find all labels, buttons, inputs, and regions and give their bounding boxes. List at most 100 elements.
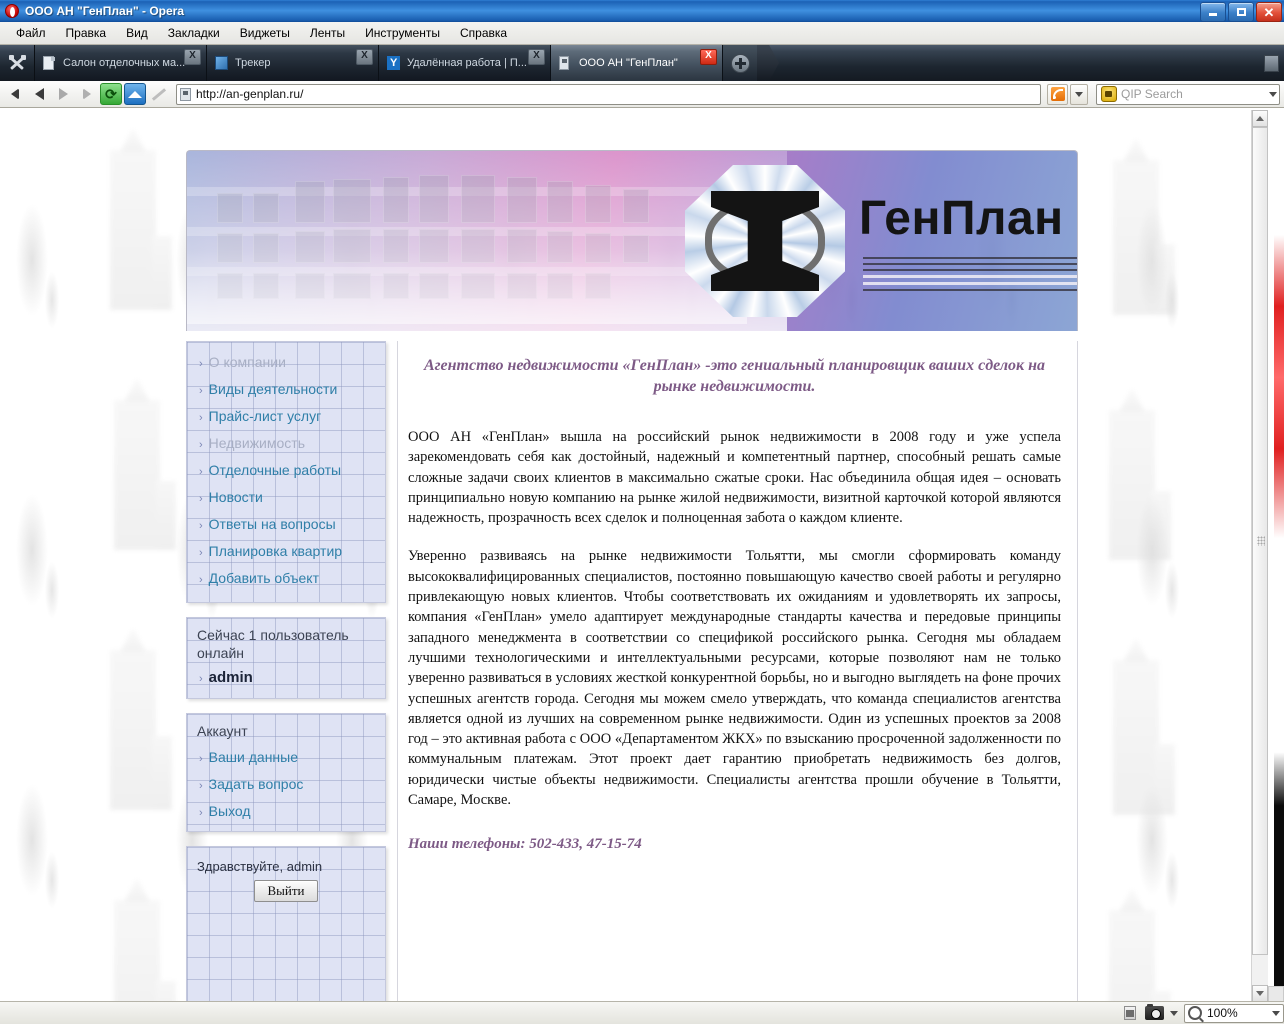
window-title: ООО АН "ГенПлан" - Opera: [25, 4, 185, 18]
online-user-entry[interactable]: › admin: [199, 669, 375, 686]
search-input[interactable]: QIP Search: [1121, 87, 1269, 101]
sidebar-item-otvety-na-voprosy[interactable]: › Ответы на вопросы: [199, 516, 375, 532]
logout-button[interactable]: Выйти: [254, 880, 318, 902]
maximize-button[interactable]: [1228, 2, 1254, 22]
tab-overflow-arrow-icon[interactable]: [757, 45, 779, 81]
sidebar-item-otdelochnye-raboty[interactable]: › Отделочные работы: [199, 462, 375, 478]
account-panel-title: Аккаунт: [197, 723, 248, 739]
account-item-vashi-dannye[interactable]: › Ваши данные: [199, 749, 375, 765]
window-title-bar: ООО АН "ГенПлан" - Opera ✕: [0, 0, 1284, 22]
vertical-scrollbar[interactable]: [1251, 110, 1268, 1002]
back-arrow-icon[interactable]: [28, 84, 50, 104]
opera-browser-window: ООО АН "ГенПлан" - Opera ✕ Файл Правка В…: [0, 0, 1284, 1024]
zoom-control[interactable]: 100%: [1184, 1003, 1284, 1023]
colored-site-icon: [215, 55, 228, 71]
tab-close-button[interactable]: X: [700, 49, 717, 65]
account-item-label: Выход: [208, 803, 251, 819]
account-item-zadat-vopros[interactable]: › Задать вопрос: [199, 776, 375, 792]
sidebar-item-novosti[interactable]: › Новости: [199, 489, 375, 505]
sidebar-item-vidy-deyatelnosti[interactable]: › Виды деятельности: [199, 381, 375, 397]
scroll-up-button[interactable]: [1252, 110, 1268, 127]
greeting-text: Здравствуйте, admin: [197, 859, 323, 874]
window-controls: ✕: [1200, 2, 1282, 22]
close-button[interactable]: ✕: [1256, 2, 1282, 22]
sidebar-item-planirovka-kvartir[interactable]: › Планировка квартир: [199, 543, 375, 559]
menu-item-file[interactable]: Файл: [6, 24, 56, 42]
account-item-label: Ваши данные: [208, 749, 299, 765]
phone-page-icon: [559, 55, 572, 71]
menu-item-edit[interactable]: Правка: [56, 24, 117, 42]
menu-bar: Файл Правка Вид Закладки Виджеты Ленты И…: [0, 22, 1284, 45]
browser-tab-2[interactable]: Трекер X: [207, 45, 379, 81]
browser-tab-4-active[interactable]: ООО АН "ГенПлан" X: [551, 45, 723, 81]
bullet-icon: ›: [199, 466, 203, 478]
pencil-icon[interactable]: [148, 84, 170, 104]
sidebar-item-label: Недвижимость: [208, 435, 305, 451]
sidebar-main-menu: › О компании › Виды деятельности › Прайс…: [186, 341, 386, 603]
bullet-icon: ›: [199, 574, 203, 586]
page-lead-heading: Агентство недвижимости «ГенПлан» -это ге…: [423, 357, 1046, 395]
online-users-title: Сейчас 1 пользователь онлайн: [197, 627, 349, 661]
sidebar-greeting-panel: Здравствуйте, admin Выйти: [186, 846, 386, 1002]
zoom-value: 100%: [1207, 1006, 1238, 1020]
opera-logo-icon: [4, 3, 20, 19]
qip-search-icon: [1101, 86, 1117, 102]
trash-icon[interactable]: [1258, 45, 1284, 81]
tab-close-button[interactable]: X: [356, 49, 373, 65]
address-bar[interactable]: http://an-genplan.ru/: [176, 83, 1041, 105]
scroll-down-button[interactable]: [1252, 985, 1268, 1002]
browser-tab-1[interactable]: Салон отделочных ма... X: [35, 45, 207, 81]
tab-bar: Салон отделочных ма... X Трекер X Удалён…: [0, 45, 1284, 81]
camera-dropdown-chevron-down-icon[interactable]: [1170, 1010, 1178, 1016]
scroll-thumb[interactable]: [1252, 127, 1268, 955]
sidebar-item-price-list[interactable]: › Прайс-лист услуг: [199, 408, 375, 424]
fast-forward-icon[interactable]: [76, 84, 98, 104]
sidebar-item-label: О компании: [208, 354, 286, 370]
background-skyline-right: [1095, 110, 1265, 1002]
brand-name: ГенПлан: [859, 192, 1064, 245]
account-item-label: Задать вопрос: [208, 776, 304, 792]
menu-item-help[interactable]: Справка: [450, 24, 517, 42]
rss-icon[interactable]: [1047, 83, 1068, 105]
minimize-button[interactable]: [1200, 2, 1226, 22]
yandex-icon: [387, 55, 400, 71]
camera-icon[interactable]: [1145, 1004, 1164, 1020]
search-dropdown-chevron-down-icon[interactable]: [1269, 91, 1277, 97]
tab-label: Удалённая работа | П...: [407, 57, 527, 69]
account-item-vyhod[interactable]: › Выход: [199, 803, 375, 819]
page-security-icon: [180, 87, 191, 101]
website-container: ГенПлан › О компании › Виды деятельности…: [186, 150, 1078, 1002]
screen-edge-artifact: [1274, 110, 1284, 1002]
images-toggle-icon[interactable]: [1121, 1005, 1139, 1021]
zoom-dropdown-chevron-down-icon[interactable]: [1272, 1010, 1280, 1016]
fast-rewind-icon[interactable]: [4, 84, 26, 104]
search-bar[interactable]: QIP Search: [1096, 83, 1280, 105]
address-input[interactable]: http://an-genplan.ru/: [196, 87, 303, 101]
sidebar-item-label: Ответы на вопросы: [208, 516, 336, 532]
tab-close-button[interactable]: X: [184, 49, 201, 65]
home-icon[interactable]: [124, 83, 146, 105]
bullet-icon: ›: [199, 780, 203, 792]
genplan-diamond-logo: [685, 165, 845, 317]
bullet-icon: ›: [199, 385, 203, 397]
tab-close-button[interactable]: X: [528, 49, 545, 65]
menu-item-widgets[interactable]: Виджеты: [230, 24, 300, 42]
menu-item-feeds[interactable]: Ленты: [300, 24, 355, 42]
page-viewport: ГенПлан › О компании › Виды деятельности…: [0, 110, 1268, 1002]
forward-arrow-icon[interactable]: [52, 84, 74, 104]
sidebar-item-nedvizhimost[interactable]: › Недвижимость: [199, 435, 375, 451]
rss-dropdown-chevron-down-icon[interactable]: [1070, 83, 1088, 105]
bullet-icon: ›: [199, 412, 203, 424]
menu-item-view[interactable]: Вид: [116, 24, 158, 42]
sidebar-item-label: Добавить объект: [208, 570, 320, 586]
menu-item-bookmarks[interactable]: Закладки: [158, 24, 230, 42]
browser-tab-3[interactable]: Удалённая работа | П... X: [379, 45, 551, 81]
menu-item-tools[interactable]: Инструменты: [355, 24, 450, 42]
bullet-icon: ›: [199, 439, 203, 451]
sidebar-item-o-kompanii[interactable]: › О компании: [199, 354, 375, 370]
reload-icon[interactable]: ⟳: [100, 83, 122, 105]
wrench-icon[interactable]: [0, 45, 35, 81]
new-tab-button[interactable]: [723, 45, 757, 81]
sidebar-item-dobavit-obekt[interactable]: › Добавить объект: [199, 570, 375, 586]
sidebar: › О компании › Виды деятельности › Прайс…: [186, 341, 386, 1002]
